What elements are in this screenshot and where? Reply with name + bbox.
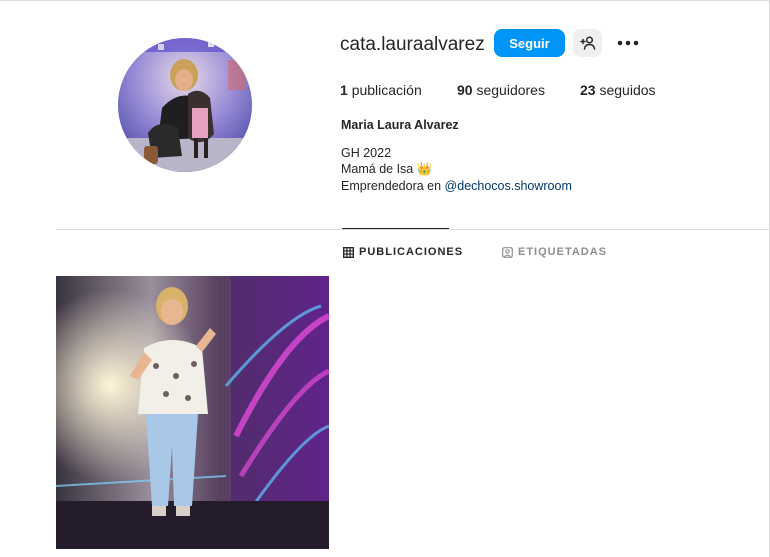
following-count: 23 (580, 82, 596, 98)
add-person-icon (579, 36, 595, 50)
tab-publicaciones[interactable]: PUBLICACIONES (343, 246, 463, 258)
tab-etiquetadas[interactable]: ETIQUETADAS (502, 246, 607, 258)
tab-etiquetadas-label: ETIQUETADAS (518, 246, 608, 258)
post-photo (56, 276, 329, 549)
profile-full-name: Maria Laura Alvarez (341, 118, 459, 132)
more-options-icon (617, 40, 639, 46)
more-options-button[interactable] (614, 31, 642, 55)
suggested-accounts-button[interactable] (573, 29, 602, 57)
bio-link-prefix: Emprendedora en (341, 178, 445, 193)
bio-mention-link[interactable]: @dechocos.showroom (445, 179, 572, 193)
tab-publicaciones-label: PUBLICACIONES (359, 246, 464, 258)
profile-username: cata.lauraalvarez (340, 34, 485, 55)
followers-stat[interactable]: 90 seguidores (457, 82, 545, 98)
following-stat[interactable]: 23 seguidos (580, 82, 656, 98)
bio-line-2: Mamá de Isa 👑 (341, 162, 433, 176)
follow-button[interactable]: Seguir (494, 29, 565, 57)
window-top-border (0, 0, 770, 1)
profile-avatar[interactable] (118, 38, 252, 172)
followers-count: 90 (457, 82, 473, 98)
bio-line-3: Emprendedora en @dechocos.showroom (341, 178, 572, 195)
bio-line-1: GH 2022 (341, 145, 392, 160)
tabs-divider (56, 229, 770, 230)
posts-label: publicación (351, 82, 422, 98)
active-tab-indicator (342, 228, 449, 229)
tagged-icon (502, 246, 513, 258)
following-label: seguidos (599, 82, 656, 98)
posts-stat: 1 publicación (340, 82, 422, 98)
post-thumbnail[interactable] (56, 276, 329, 549)
profile-bio: Maria Laura Alvarez GH 2022 Mamá de Isa … (341, 117, 572, 194)
posts-count: 1 (340, 82, 348, 98)
avatar-photo (118, 38, 252, 172)
grid-icon (343, 246, 354, 258)
followers-label: seguidores (476, 82, 545, 98)
